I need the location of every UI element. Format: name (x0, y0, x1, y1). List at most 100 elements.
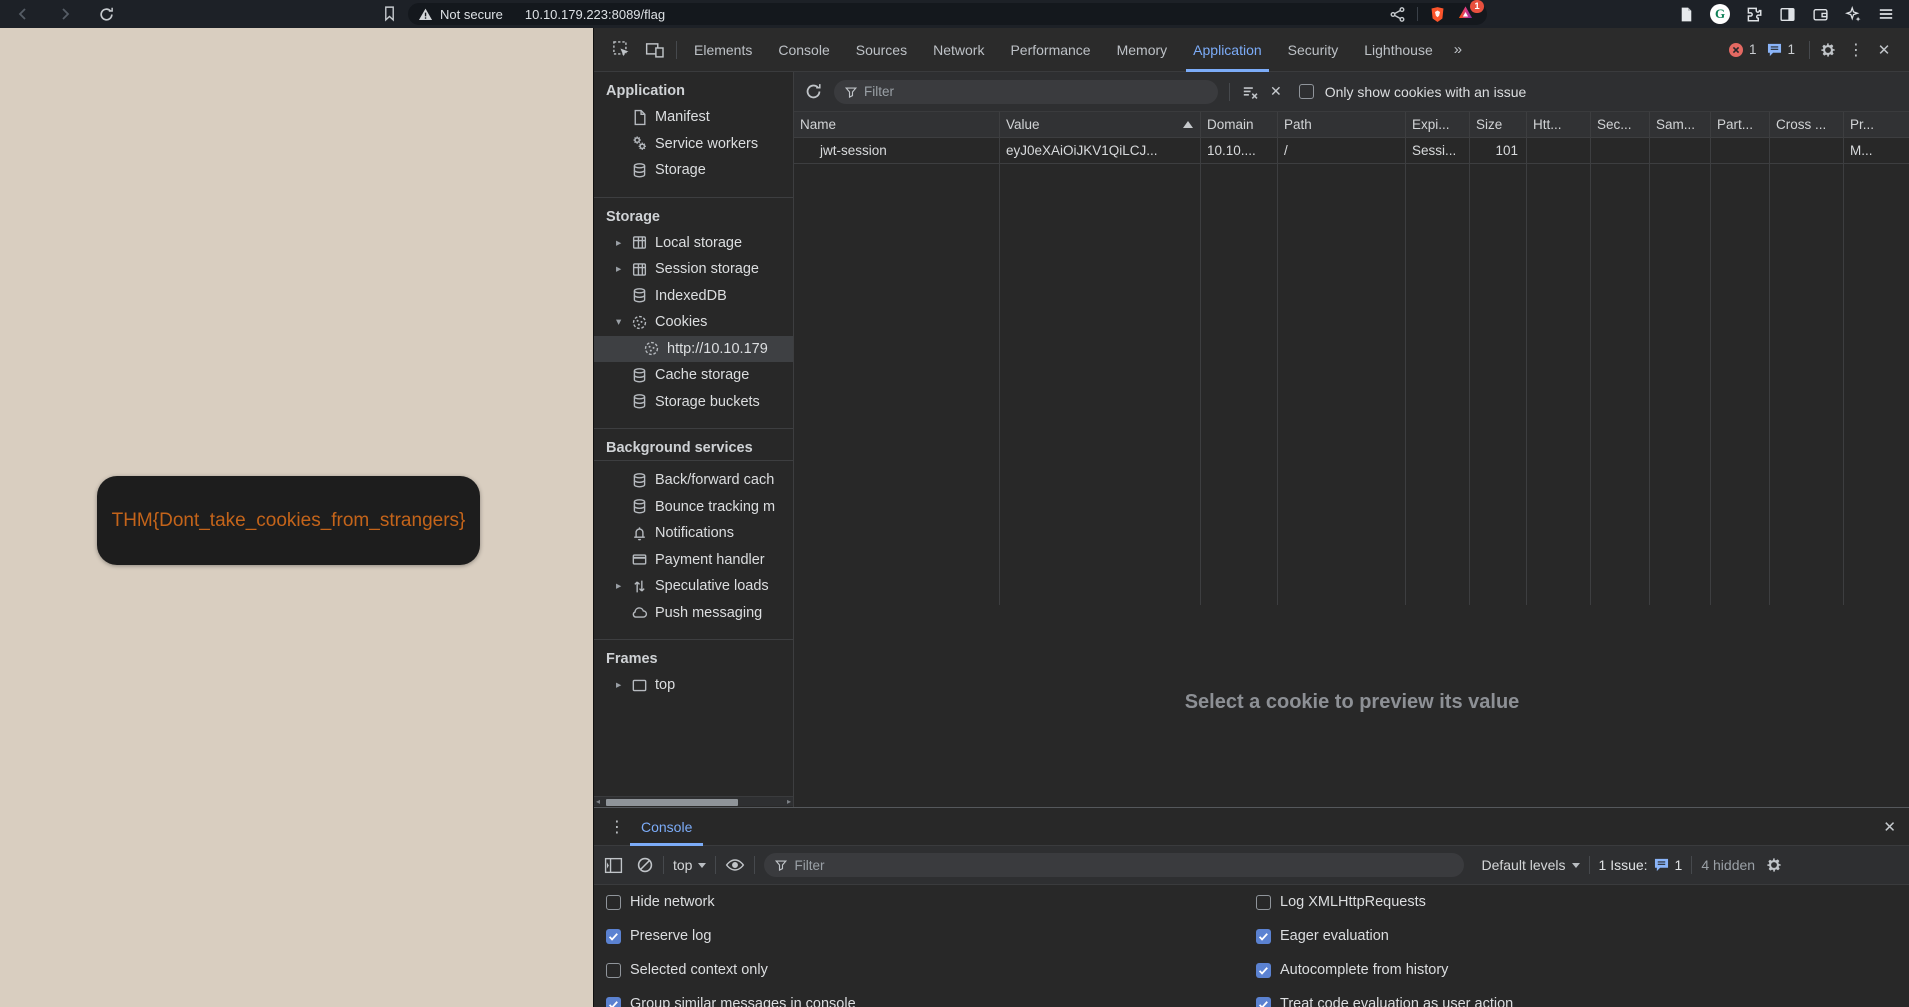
refresh-icon[interactable] (804, 82, 823, 101)
tab-elements[interactable]: Elements (681, 28, 765, 72)
column-header-sam[interactable]: Sam... (1650, 112, 1710, 138)
checkbox-checked[interactable] (1256, 963, 1271, 978)
tab-lighthouse[interactable]: Lighthouse (1351, 28, 1446, 72)
checkbox-checked[interactable] (606, 997, 621, 1007)
setting-log-xmlhttprequests[interactable]: Log XMLHttpRequests (1256, 885, 1513, 919)
puzzle-extensions-icon[interactable] (1745, 5, 1763, 23)
sidebar-item-service-workers[interactable]: Service workers (594, 131, 793, 158)
leo-ai-icon[interactable] (1844, 5, 1862, 23)
wallet-icon[interactable] (1811, 5, 1829, 23)
sidebar-item-http-10-10-179[interactable]: http://10.10.179 (594, 336, 793, 363)
security-label[interactable]: Not secure (440, 7, 503, 22)
sidebar-item-top[interactable]: ▸top (594, 672, 793, 699)
setting-selected-context-only[interactable]: Selected context only (606, 953, 856, 987)
checkbox-checked[interactable] (1256, 929, 1271, 944)
cookie-cell-htt[interactable] (1527, 138, 1590, 164)
sidebar-item-notifications[interactable]: Notifications (594, 520, 793, 547)
forward-icon[interactable] (56, 5, 74, 23)
setting-preserve-log[interactable]: Preserve log (606, 919, 856, 953)
issues-counter[interactable]: 1 Issue: 1 (1599, 857, 1683, 873)
tab-console-drawer[interactable]: Console (630, 808, 703, 846)
cookie-filter-input[interactable] (864, 84, 1208, 99)
tab-sources[interactable]: Sources (843, 28, 920, 72)
chevron-collapsed-icon[interactable]: ▸ (616, 679, 630, 691)
column-header-domain[interactable]: Domain (1201, 112, 1277, 138)
tab-memory[interactable]: Memory (1104, 28, 1181, 72)
scroll-right-arrow[interactable]: ▸ (787, 797, 791, 807)
tab-network[interactable]: Network (920, 28, 997, 72)
sidebar-item-local-storage[interactable]: ▸Local storage (594, 230, 793, 257)
cookie-cell-path[interactable]: / (1278, 138, 1405, 164)
close-devtools-icon[interactable]: ✕ (1870, 28, 1898, 72)
sidebar-item-cache-storage[interactable]: Cache storage (594, 362, 793, 389)
sidebar-item-back-forward-cach[interactable]: Back/forward cach (594, 467, 793, 494)
chevron-expanded-icon[interactable]: ▾ (616, 316, 630, 328)
setting-eager-evaluation[interactable]: Eager evaluation (1256, 919, 1513, 953)
sidebar-item-indexeddb[interactable]: IndexedDB (594, 283, 793, 310)
sidebar-item-payment-handler[interactable]: Payment handler (594, 547, 793, 574)
sidebar-item-storage-buckets[interactable]: Storage buckets (594, 389, 793, 416)
cookie-cell-part[interactable] (1711, 138, 1769, 164)
cookie-cell-name[interactable]: jwt-session (794, 138, 999, 164)
column-header-value[interactable]: Value (1000, 112, 1200, 138)
chevron-collapsed-icon[interactable]: ▸ (616, 580, 630, 592)
log-levels-selector[interactable]: Default levels (1481, 857, 1579, 873)
delete-cookie-icon[interactable]: ✕ (1270, 83, 1282, 100)
cookie-cell-sec[interactable] (1591, 138, 1649, 164)
only-issue-checkbox[interactable] (1299, 84, 1314, 99)
close-drawer-icon[interactable]: ✕ (1883, 818, 1896, 836)
chevron-collapsed-icon[interactable]: ▸ (616, 263, 630, 275)
sidebar-item-cookies[interactable]: ▾Cookies (594, 309, 793, 336)
tab-security[interactable]: Security (1275, 28, 1352, 72)
checkbox-unchecked[interactable] (1256, 895, 1271, 910)
checkbox-unchecked[interactable] (606, 895, 621, 910)
cookie-cell-cross[interactable] (1770, 138, 1843, 164)
grammarly-icon[interactable]: G (1710, 4, 1730, 24)
cookie-cell-value[interactable]: eyJ0eXAiOiJKV1QiLCJ... (1000, 138, 1200, 164)
checkbox-checked[interactable] (1256, 997, 1271, 1007)
sidebar-item-storage[interactable]: Storage (594, 157, 793, 184)
column-header-part[interactable]: Part... (1711, 112, 1769, 138)
cookie-cell-pr[interactable]: M... (1844, 138, 1909, 164)
horizontal-scrollbar[interactable]: ◂ ▸ (594, 796, 793, 806)
column-header-sec[interactable]: Sec... (1591, 112, 1649, 138)
setting-hide-network[interactable]: Hide network (606, 885, 856, 919)
cookie-cell-size[interactable]: 101 (1470, 138, 1526, 164)
live-expression-eye-icon[interactable] (725, 857, 745, 873)
column-header-size[interactable]: Size (1470, 112, 1526, 138)
bookmark-icon[interactable] (381, 5, 398, 22)
sidebar-item-session-storage[interactable]: ▸Session storage (594, 256, 793, 283)
column-header-expi[interactable]: Expi... (1406, 112, 1469, 138)
inspect-element-icon[interactable] (604, 28, 638, 72)
sidebar-item-speculative-loads[interactable]: ▸Speculative loads (594, 573, 793, 600)
document-extension-icon[interactable] (1677, 5, 1695, 23)
tab-console[interactable]: Console (765, 28, 842, 72)
setting-group-similar-messages-in-console[interactable]: Group similar messages in console (606, 987, 856, 1007)
console-filter-input[interactable] (794, 858, 1454, 873)
column-header-name[interactable]: Name (794, 112, 999, 138)
more-tabs-icon[interactable]: » (1446, 41, 1470, 58)
scroll-left-arrow[interactable]: ◂ (596, 797, 600, 807)
kebab-menu-icon[interactable]: ⋮ (1842, 28, 1870, 72)
sidebar-item-push-messaging[interactable]: Push messaging (594, 600, 793, 627)
chevron-collapsed-icon[interactable]: ▸ (616, 237, 630, 249)
sidebar-item-bounce-tracking-m[interactable]: Bounce tracking m (594, 494, 793, 521)
checkbox-checked[interactable] (606, 929, 621, 944)
clear-console-icon[interactable] (636, 856, 654, 874)
hamburger-menu-icon[interactable] (1877, 5, 1895, 23)
share-icon[interactable] (1389, 6, 1406, 23)
url-text[interactable]: 10.10.179.223:8089/flag (525, 7, 1389, 22)
setting-treat-code-evaluation-as-user-action[interactable]: Treat code evaluation as user action (1256, 987, 1513, 1007)
checkbox-unchecked[interactable] (606, 963, 621, 978)
column-header-cross[interactable]: Cross ... (1770, 112, 1843, 138)
cookie-cell-domain[interactable]: 10.10.... (1201, 138, 1277, 164)
sidebar-item-manifest[interactable]: Manifest (594, 104, 793, 131)
column-header-htt[interactable]: Htt... (1527, 112, 1590, 138)
drawer-kebab-icon[interactable]: ⋮ (604, 817, 630, 837)
reload-icon[interactable] (97, 5, 115, 23)
split-panel-icon[interactable] (1778, 5, 1796, 23)
console-settings-gear-icon[interactable] (1764, 855, 1784, 875)
column-header-path[interactable]: Path (1278, 112, 1405, 138)
setting-autocomplete-from-history[interactable]: Autocomplete from history (1256, 953, 1513, 987)
scrollbar-thumb[interactable] (606, 799, 738, 806)
